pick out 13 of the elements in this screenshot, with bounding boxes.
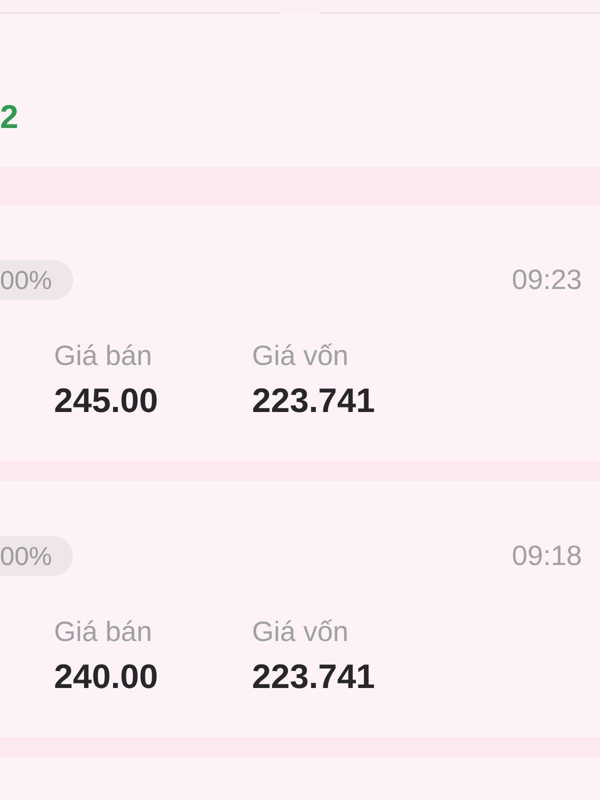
percent-tag: 00%	[0, 536, 74, 576]
sale-price-value: 245.00	[54, 381, 158, 421]
sale-price-value: 240.00	[54, 657, 158, 697]
percent-tag: 00%	[0, 260, 74, 300]
cost-price-label: Giá vốn	[252, 339, 348, 373]
cost-price-label: Giá vốn	[252, 615, 348, 649]
order-time: 09:18	[512, 540, 583, 572]
summary-value: 2	[0, 98, 18, 136]
order-time: 09:23	[512, 264, 583, 296]
cost-price-value: 223.741	[252, 381, 375, 421]
sale-price-label: Giá bán	[54, 339, 152, 373]
sale-price-label: Giá bán	[54, 615, 152, 649]
cost-price-value: 223.741	[252, 657, 375, 697]
